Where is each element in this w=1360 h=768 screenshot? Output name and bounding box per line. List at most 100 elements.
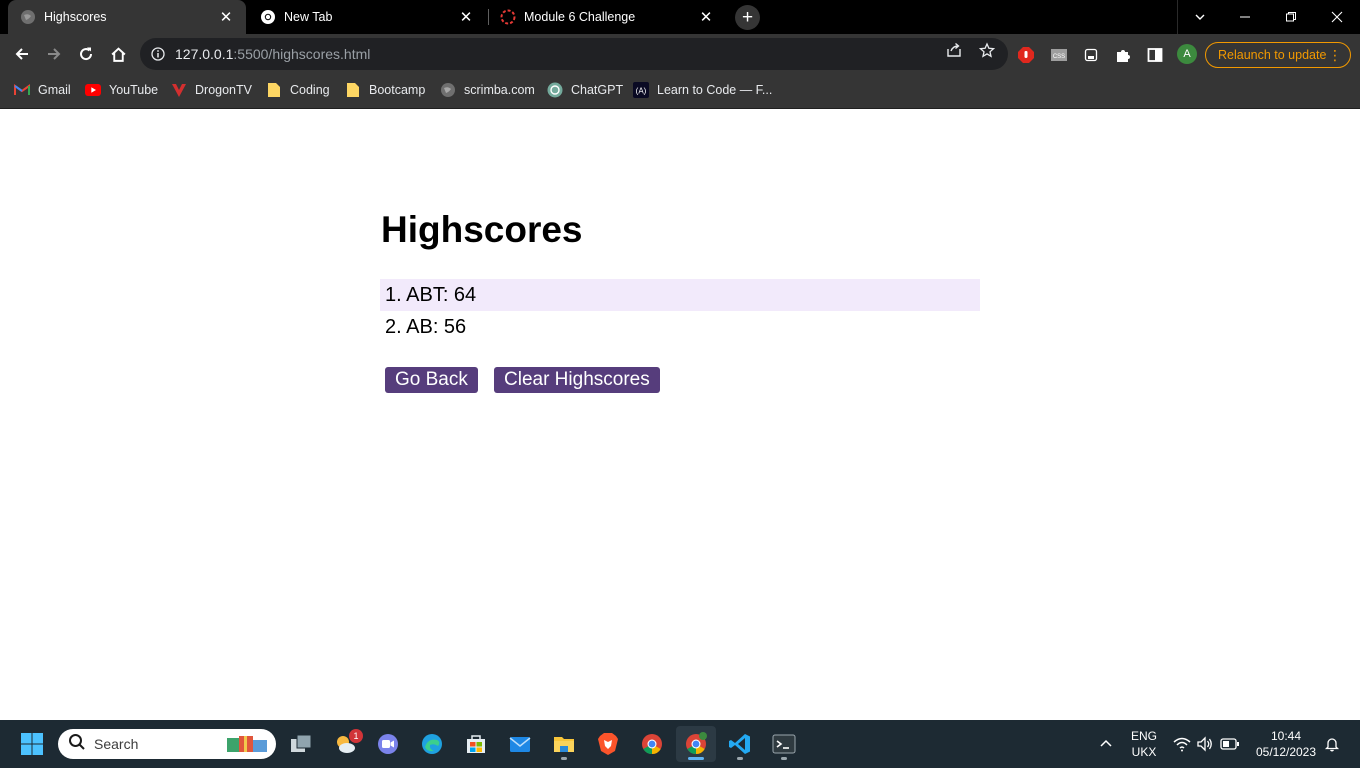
mail-icon[interactable] xyxy=(500,726,540,762)
url-path: :5500/highscores.html xyxy=(233,46,371,62)
bookmark-label: Bootcamp xyxy=(369,83,426,97)
freecodecamp-icon: (A) xyxy=(633,82,649,98)
folder-icon xyxy=(345,82,361,98)
forward-arrow-icon[interactable] xyxy=(38,38,70,70)
svg-text:CSS: CSS xyxy=(1053,54,1065,60)
tab-search-chevron-icon[interactable] xyxy=(1177,0,1223,34)
bookmark-folder-coding[interactable]: Coding xyxy=(266,74,330,106)
gmail-icon xyxy=(14,82,30,98)
folder-icon xyxy=(266,82,282,98)
notification-badge: 1 xyxy=(349,729,363,743)
scrimba-icon xyxy=(440,82,456,98)
battery-icon[interactable] xyxy=(1220,734,1240,754)
weather-widgets-icon[interactable]: 1 xyxy=(325,726,365,762)
chrome-icon[interactable] xyxy=(632,726,672,762)
page-viewport: Highscores 1. ABT: 64 2. AB: 56 Go Back … xyxy=(0,109,1360,720)
address-bar[interactable]: 127.0.0.1:5500/highscores.html xyxy=(140,38,1008,70)
browser-toolbar: 127.0.0.1:5500/highscores.html CSS A Rel… xyxy=(0,34,1360,74)
running-indicator xyxy=(737,757,743,760)
minimize-icon[interactable] xyxy=(1222,0,1268,34)
bookmark-label: DrogonTV xyxy=(195,83,252,97)
site-info-icon[interactable] xyxy=(150,46,166,62)
task-view-icon[interactable] xyxy=(281,726,321,762)
css-extension-icon[interactable]: CSS xyxy=(1050,46,1068,64)
back-arrow-icon[interactable] xyxy=(6,38,38,70)
bookmark-star-icon[interactable] xyxy=(979,41,995,58)
share-icon[interactable] xyxy=(946,42,962,58)
reload-icon[interactable] xyxy=(70,38,102,70)
input-language-indicator[interactable]: ENG UKX xyxy=(1128,728,1160,760)
tab-title: Highscores xyxy=(44,10,107,24)
chrome-icon xyxy=(260,9,276,25)
edge-browser-icon[interactable] xyxy=(412,726,452,762)
go-back-button[interactable]: Go Back xyxy=(385,367,478,393)
clear-highscores-button[interactable]: Clear Highscores xyxy=(494,367,660,393)
bookmark-gmail[interactable]: Gmail xyxy=(14,74,71,106)
kebab-menu-icon[interactable]: ⋮ xyxy=(1328,45,1342,65)
dashed-circle-icon xyxy=(500,9,516,25)
terminal-icon[interactable] xyxy=(764,726,804,762)
wifi-icon[interactable] xyxy=(1172,734,1192,754)
running-indicator xyxy=(781,757,787,760)
start-windows-icon[interactable] xyxy=(12,726,52,762)
home-icon[interactable] xyxy=(102,38,134,70)
highscore-item: 1. ABT: 64 xyxy=(380,279,980,311)
highscores-list: 1. ABT: 64 2. AB: 56 xyxy=(380,279,980,343)
close-window-icon[interactable] xyxy=(1314,0,1360,34)
bookmark-label: Gmail xyxy=(38,83,71,97)
notification-bell-icon[interactable] xyxy=(1322,734,1342,754)
new-tab-button[interactable]: + xyxy=(735,5,760,30)
microsoft-store-icon[interactable] xyxy=(456,726,496,762)
vscode-icon[interactable] xyxy=(720,726,760,762)
bookmark-folder-bootcamp[interactable]: Bootcamp xyxy=(345,74,425,106)
chrome-profile-icon[interactable] xyxy=(676,726,716,762)
bookmark-label: ChatGPT xyxy=(571,83,624,97)
running-indicator xyxy=(561,757,567,760)
close-tab-icon[interactable]: ✕ xyxy=(458,9,474,26)
clock-date: 05/12/2023 xyxy=(1255,745,1317,759)
bookmark-scrimba[interactable]: scrimba.com xyxy=(440,74,535,106)
search-highlight-gifts-icon xyxy=(226,734,270,759)
bookmark-youtube[interactable]: YouTube xyxy=(85,74,158,106)
clock-time: 10:44 xyxy=(1270,729,1302,743)
extensions-puzzle-icon[interactable] xyxy=(1114,46,1132,64)
youtube-icon xyxy=(85,82,101,98)
close-tab-icon[interactable]: ✕ xyxy=(218,9,234,26)
bookmark-freecodecamp[interactable]: (A) Learn to Code — F... xyxy=(633,74,772,106)
drogontv-icon xyxy=(171,82,187,98)
show-hidden-icons-chevron-icon[interactable] xyxy=(1096,734,1116,754)
bookmark-label: scrimba.com xyxy=(464,83,535,97)
globe-icon xyxy=(20,9,36,25)
windows-taskbar: Search 1 ENG UKX 10:44 05/12/2023 xyxy=(0,720,1360,768)
language-code: ENG xyxy=(1130,729,1157,743)
tab-title: New Tab xyxy=(284,10,333,24)
url-text[interactable]: 127.0.0.1:5500/highscores.html xyxy=(175,46,370,62)
tab-module-6-challenge[interactable]: Module 6 Challenge ✕ xyxy=(488,0,726,34)
tab-highscores[interactable]: Highscores ✕ xyxy=(8,0,246,34)
bookmark-label: Learn to Code — F... xyxy=(657,83,773,97)
tab-new-tab[interactable]: New Tab ✕ xyxy=(248,0,486,34)
taskbar-search-box[interactable]: Search xyxy=(58,729,276,759)
clock[interactable]: 10:44 05/12/2023 xyxy=(1250,728,1322,760)
save-extension-icon[interactable] xyxy=(1082,46,1100,64)
brave-browser-icon[interactable] xyxy=(588,726,628,762)
volume-icon[interactable] xyxy=(1195,734,1215,754)
restore-icon[interactable] xyxy=(1268,0,1314,34)
adblock-extension-icon[interactable] xyxy=(1017,46,1035,64)
side-panel-icon[interactable] xyxy=(1146,46,1164,64)
relaunch-to-update-button[interactable]: Relaunch to update ⋮ xyxy=(1205,42,1351,68)
active-window-indicator xyxy=(688,757,704,760)
bookmark-drogontv[interactable]: DrogonTV xyxy=(171,74,252,106)
search-icon xyxy=(68,733,86,756)
url-host: 127.0.0.1 xyxy=(175,46,234,62)
bookmark-label: YouTube xyxy=(109,83,159,97)
bookmarks-bar: Gmail YouTube DrogonTV Coding Bootcamp s… xyxy=(0,74,1360,109)
file-explorer-icon[interactable] xyxy=(544,726,584,762)
tab-strip: Highscores ✕ New Tab ✕ Module 6 Challeng… xyxy=(0,0,1360,34)
profile-avatar[interactable]: A xyxy=(1177,44,1197,64)
teams-chat-icon[interactable] xyxy=(368,726,408,762)
tab-title: Module 6 Challenge xyxy=(524,10,636,24)
bookmark-chatgpt[interactable]: ChatGPT xyxy=(547,74,623,106)
chatgpt-icon xyxy=(547,82,563,98)
close-tab-icon[interactable]: ✕ xyxy=(698,9,714,26)
